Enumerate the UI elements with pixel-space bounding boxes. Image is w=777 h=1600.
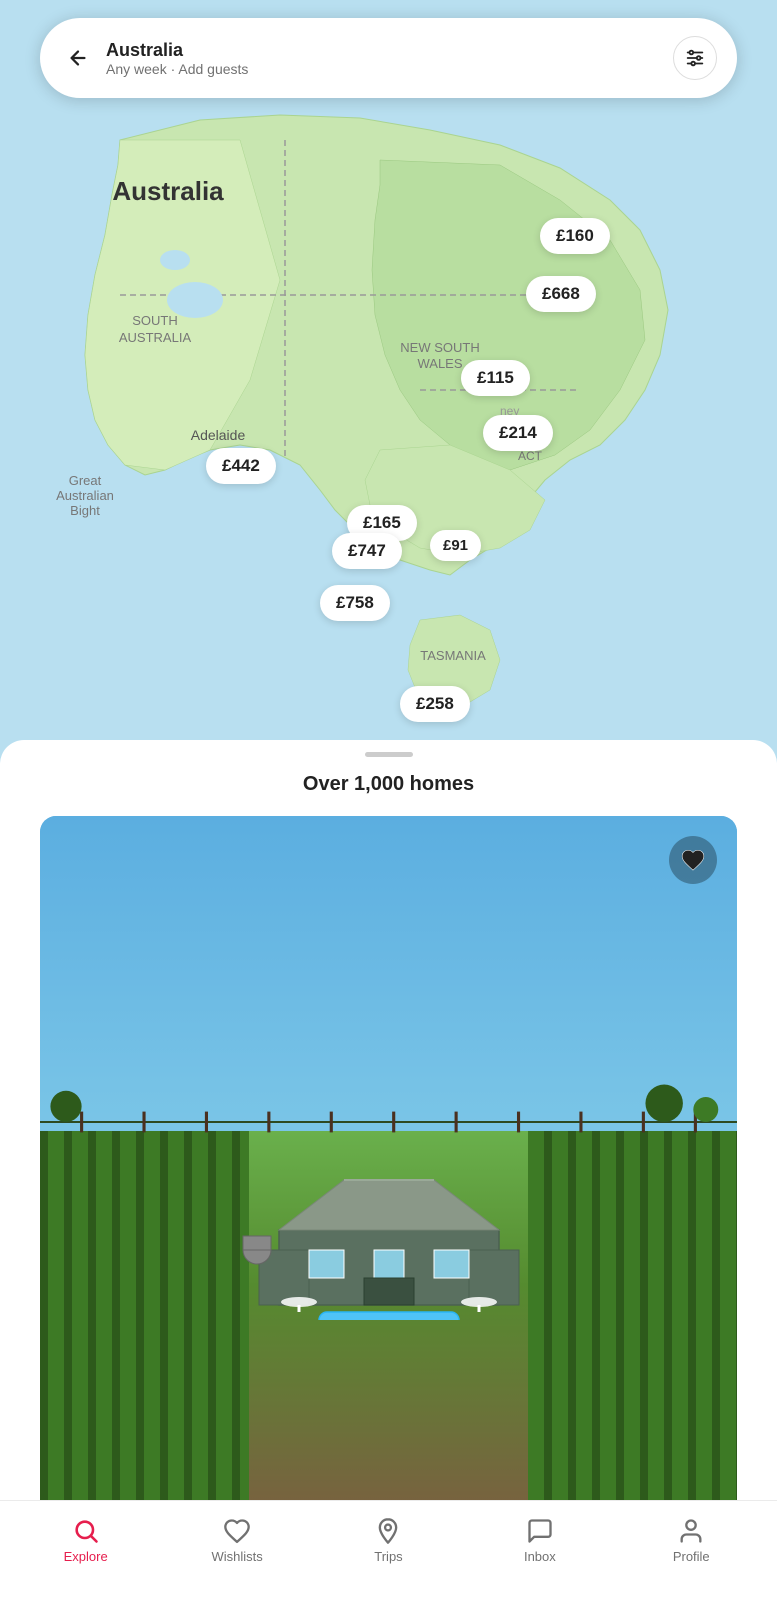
wishlists-icon: [223, 1517, 251, 1545]
svg-text:Bight: Bight: [70, 503, 100, 518]
fence-trees: [40, 1082, 737, 1162]
svg-text:ACT: ACT: [518, 449, 543, 463]
homes-count: Over 1,000 homes: [0, 773, 777, 796]
listing-card[interactable]: [40, 816, 737, 1516]
price-bubble-668[interactable]: £668: [526, 276, 596, 312]
listing-image: [40, 816, 737, 1516]
svg-text:Great: Great: [69, 473, 102, 488]
price-bubble-758[interactable]: £758: [320, 585, 390, 621]
svg-text:Australian: Australian: [56, 488, 114, 503]
filter-button[interactable]: [673, 36, 717, 80]
nav-wishlists[interactable]: Wishlists: [197, 1517, 277, 1564]
australia-map: SOUTH AUSTRALIA NEW SOUTH WALES ACT TASM…: [0, 0, 777, 770]
svg-text:Australia: Australia: [112, 176, 224, 206]
sheet-handle: [365, 752, 413, 757]
bottom-nav: Explore Wishlists Trips Inbox: [0, 1500, 777, 1600]
search-text: Australia Any week · Add guests: [106, 40, 673, 77]
search-bar[interactable]: Australia Any week · Add guests: [40, 18, 737, 98]
svg-text:AUSTRALIA: AUSTRALIA: [119, 330, 192, 345]
search-title: Australia: [106, 40, 673, 61]
price-bubble-258[interactable]: £258: [400, 686, 470, 722]
wishlists-label: Wishlists: [211, 1549, 262, 1564]
svg-text:NEW SOUTH: NEW SOUTH: [400, 340, 479, 355]
price-bubble-91[interactable]: £91: [430, 530, 481, 561]
bottom-sheet: Over 1,000 homes: [0, 740, 777, 1600]
svg-text:WALES: WALES: [417, 356, 462, 371]
price-bubble-214[interactable]: £214: [483, 415, 553, 451]
price-bubble-160[interactable]: £160: [540, 218, 610, 254]
inbox-icon: [526, 1517, 554, 1545]
trips-icon: [374, 1517, 402, 1545]
explore-label: Explore: [64, 1549, 108, 1564]
svg-text:Adelaide: Adelaide: [191, 427, 246, 443]
nav-profile[interactable]: Profile: [651, 1517, 731, 1564]
wishlist-button[interactable]: [669, 836, 717, 884]
nav-trips[interactable]: Trips: [348, 1517, 428, 1564]
search-subtitle: Any week · Add guests: [106, 61, 673, 77]
profile-label: Profile: [673, 1549, 710, 1564]
svg-text:SOUTH: SOUTH: [132, 313, 178, 328]
profile-icon: [677, 1517, 705, 1545]
inbox-label: Inbox: [524, 1549, 556, 1564]
vineyard-right: [528, 1131, 737, 1516]
nav-inbox[interactable]: Inbox: [500, 1517, 580, 1564]
price-bubble-747[interactable]: £747: [332, 533, 402, 569]
house-svg: [219, 1160, 559, 1320]
explore-icon: [72, 1517, 100, 1545]
back-button[interactable]: [60, 40, 96, 76]
svg-text:TASMANIA: TASMANIA: [420, 648, 486, 663]
price-bubble-115[interactable]: £115: [461, 360, 530, 396]
price-bubble-442[interactable]: £442: [206, 448, 276, 484]
nav-explore[interactable]: Explore: [46, 1517, 126, 1564]
map-container[interactable]: SOUTH AUSTRALIA NEW SOUTH WALES ACT TASM…: [0, 0, 777, 770]
trips-label: Trips: [374, 1549, 402, 1564]
